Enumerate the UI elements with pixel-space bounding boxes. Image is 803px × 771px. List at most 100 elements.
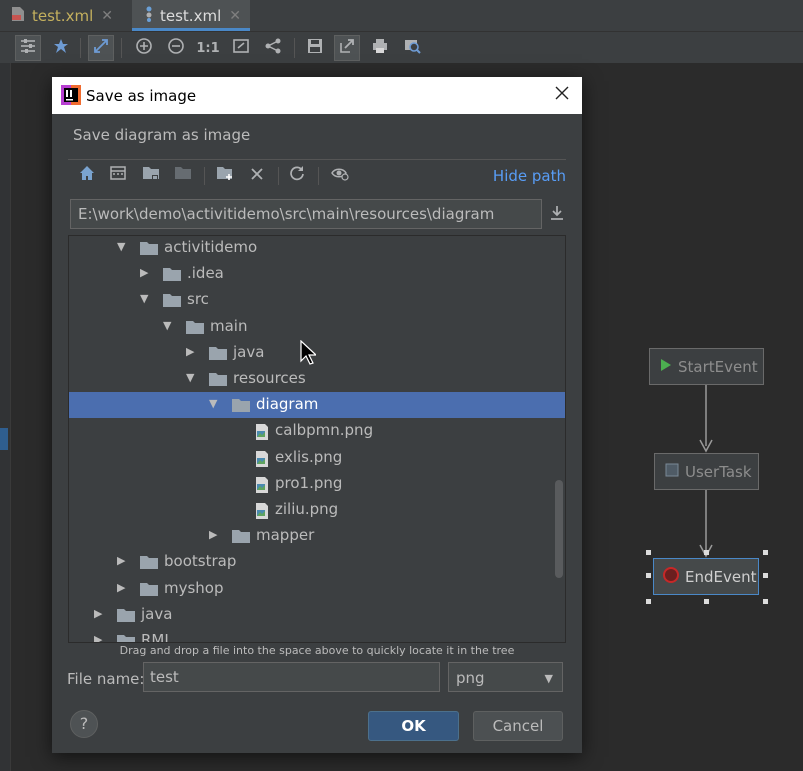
format-select[interactable]: png ▼: [448, 662, 563, 692]
tree-item-label: myshop: [164, 578, 224, 597]
chevron-right-icon[interactable]: ▶: [117, 581, 129, 594]
chevron-right-icon[interactable]: ▶: [140, 267, 152, 279]
delete-button[interactable]: [246, 164, 268, 186]
tree-item-label: diagram: [256, 395, 319, 414]
chevron-down-icon[interactable]: ▼: [140, 293, 152, 305]
node-label: StartEvent: [678, 357, 758, 376]
tree-file-item[interactable]: pro1.png: [69, 471, 565, 497]
toolbar-separator: [318, 167, 319, 185]
module-folder-button[interactable]: [172, 164, 194, 186]
help-label: ?: [79, 714, 89, 733]
tree-folder-item[interactable]: ▶ bootstrap: [69, 549, 565, 575]
image-file-icon: [254, 450, 270, 472]
download-icon[interactable]: [548, 204, 568, 224]
refresh-icon: [289, 165, 305, 185]
tree-folder-item[interactable]: ▶ myshop: [69, 576, 565, 602]
drag-drop-hint: Drag and drop a file into the space abov…: [119, 644, 515, 657]
resize-handle[interactable]: [763, 550, 768, 555]
toolbar-separator: [204, 167, 205, 185]
desktop-button[interactable]: [107, 164, 129, 186]
refresh-button[interactable]: [286, 164, 308, 186]
folder-icon: [116, 633, 136, 642]
image-file-icon: [254, 423, 270, 445]
tree-folder-item[interactable]: ▶ .idea: [69, 261, 565, 287]
dialog-titlebar: Save as image: [52, 77, 582, 114]
hide-path-link[interactable]: Hide path: [493, 167, 566, 185]
chevron-right-icon[interactable]: ▶: [209, 529, 221, 541]
tree-file-item[interactable]: calbpmn.png: [69, 418, 565, 444]
dialog-subtitle: Save diagram as image: [73, 126, 251, 144]
folder-icon: [208, 371, 228, 391]
mouse-cursor-icon: [300, 340, 316, 365]
new-folder-button[interactable]: [214, 164, 236, 186]
tree-item-label: RMI: [141, 631, 169, 643]
resize-handle[interactable]: [704, 550, 709, 555]
tree-folder-item[interactable]: ▶ java: [69, 602, 565, 628]
help-button[interactable]: ?: [70, 710, 98, 738]
close-icon[interactable]: [554, 85, 570, 105]
tree-item-label: java: [233, 342, 265, 361]
resize-handle[interactable]: [763, 599, 768, 604]
new-folder-icon: [216, 165, 234, 185]
cancel-button[interactable]: Cancel: [473, 711, 563, 741]
file-name-input[interactable]: test: [143, 662, 440, 692]
chevron-right-icon[interactable]: ▶: [94, 607, 106, 620]
chevron-down-icon[interactable]: ▼: [209, 398, 221, 410]
divider: [68, 159, 566, 160]
folder-icon: [139, 581, 159, 601]
resize-handle[interactable]: [646, 573, 651, 578]
resize-handle[interactable]: [646, 550, 651, 555]
tree-item-label: calbpmn.png: [275, 421, 374, 440]
folder-icon: [162, 292, 182, 312]
delete-icon: [250, 166, 264, 185]
chevron-right-icon[interactable]: ▶: [186, 345, 198, 358]
show-hidden-button[interactable]: [329, 164, 351, 186]
tree-file-item[interactable]: ziliu.png: [69, 497, 565, 523]
tree-item-label: exlis.png: [275, 447, 343, 466]
image-file-icon: [254, 502, 270, 524]
start-event-node[interactable]: StartEvent: [649, 348, 764, 385]
eye-icon: [331, 165, 349, 185]
tree-folder-item[interactable]: ▶ mapper: [69, 523, 565, 549]
folder-icon: [162, 266, 182, 286]
path-input[interactable]: E:\work\demo\activitidemo\src\main\resou…: [70, 199, 542, 229]
scrollbar-thumb[interactable]: [555, 480, 563, 578]
chevron-down-icon[interactable]: ▼: [163, 319, 175, 332]
chevron-down-icon[interactable]: ▼: [117, 241, 129, 253]
tree-item-label: resources: [233, 369, 306, 387]
chevron-right-icon[interactable]: ▶: [94, 634, 106, 643]
resize-handle[interactable]: [763, 573, 768, 578]
tree-file-item[interactable]: exlis.png: [69, 445, 565, 471]
tree-folder-item[interactable]: ▼ src: [69, 287, 565, 313]
tree-item-label: pro1.png: [275, 473, 343, 492]
tree-folder-item[interactable]: ▼ main: [69, 314, 565, 340]
format-value: png: [456, 669, 485, 687]
tree-item-label: .idea: [187, 264, 224, 283]
chevron-down-icon[interactable]: ▼: [186, 372, 198, 384]
tree-folder-item[interactable]: ▼ diagram: [69, 392, 565, 419]
chevron-right-icon[interactable]: ▶: [117, 555, 129, 567]
tree-folder-item[interactable]: ▶ RMI: [69, 628, 565, 643]
tree-folder-item[interactable]: ▼ activitidemo: [69, 236, 565, 261]
tree-item-label: main: [210, 316, 248, 335]
home-icon: [79, 165, 95, 185]
tree-item-label: ziliu.png: [275, 500, 339, 518]
directory-tree[interactable]: ▼ activitidemo ▶ .idea ▼ src ▼ main ▶ java ▼ resour…: [68, 235, 566, 643]
image-file-icon: [254, 476, 270, 498]
folder-icon: [139, 240, 159, 260]
user-task-node[interactable]: UserTask: [654, 453, 759, 490]
tree-folder-item[interactable]: ▼ resources: [69, 366, 565, 392]
folder-icon: [139, 554, 159, 574]
file-name-label: File name:: [67, 670, 145, 688]
node-label: EndEvent: [685, 567, 757, 586]
home-button[interactable]: [76, 164, 98, 186]
resize-handle[interactable]: [646, 599, 651, 604]
tree-folder-item[interactable]: ▶ java: [69, 340, 565, 366]
resize-handle[interactable]: [704, 599, 709, 604]
folder-icon: [174, 165, 192, 185]
folder-icon: [231, 397, 251, 417]
end-event-node[interactable]: EndEvent: [653, 558, 759, 595]
chevron-down-icon: ▼: [544, 672, 553, 685]
ok-button[interactable]: OK: [368, 711, 459, 741]
project-folder-button[interactable]: [140, 164, 162, 186]
